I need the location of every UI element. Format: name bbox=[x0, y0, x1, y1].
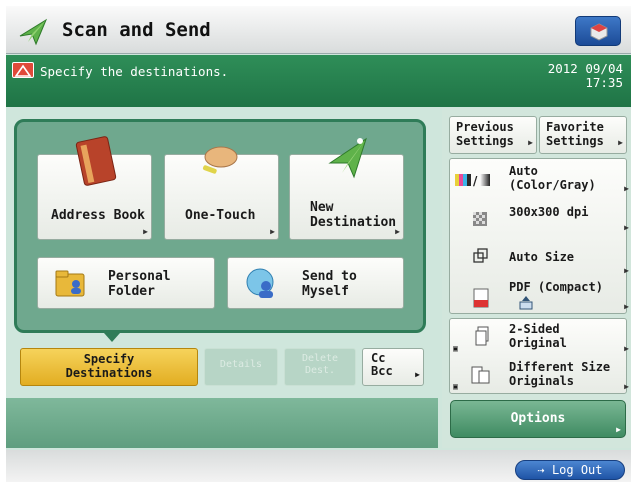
file-format-text: PDF (Compact) bbox=[509, 280, 603, 294]
arrow-icon: ▶ bbox=[624, 382, 629, 391]
title-bar: Scan and Send bbox=[6, 6, 631, 54]
color-line1: Auto bbox=[509, 164, 538, 178]
previous-settings-button[interactable]: Previous Settings ▶ bbox=[449, 116, 537, 154]
personal-folder-line1: Personal bbox=[108, 269, 171, 284]
date-text: 2012 09/04 bbox=[547, 61, 623, 76]
time-text: 17:35 bbox=[585, 75, 623, 90]
arrow-icon: ▶ bbox=[270, 227, 275, 236]
new-destination-line1: New bbox=[310, 200, 334, 215]
personal-folder-button[interactable]: Personal Folder bbox=[37, 257, 215, 309]
new-destination-label: New Destination bbox=[310, 200, 396, 230]
two-sided-text: 2-Sided Original bbox=[509, 322, 567, 350]
pdf-icon bbox=[473, 288, 489, 311]
scan-size-text: Auto Size bbox=[509, 250, 575, 264]
arrow-icon: ▶ bbox=[415, 370, 420, 379]
scan-size-setting[interactable]: Auto Size ▶ bbox=[451, 244, 631, 276]
new-destination-line2: Destination bbox=[310, 215, 397, 230]
previous-line2: Settings bbox=[456, 134, 514, 148]
sided-line1: 2-Sided bbox=[509, 322, 560, 336]
two-sided-original-setting[interactable]: ▣ 2-Sided Original ▶ bbox=[451, 320, 631, 354]
personal-folder-label: Personal Folder bbox=[108, 269, 171, 299]
address-book-button[interactable]: Address Book ▶ bbox=[37, 136, 152, 240]
previous-line1: Previous bbox=[456, 120, 514, 134]
compact-icon bbox=[519, 296, 533, 313]
resolution-setting[interactable]: 300x300 dpi ▶ bbox=[451, 201, 631, 233]
device-status-icon bbox=[590, 23, 608, 41]
device-status-button[interactable] bbox=[575, 16, 621, 46]
resolution-text: 300x300 dpi bbox=[509, 205, 589, 219]
scan-and-send-screen: Scan and Send Specify the destinations. … bbox=[6, 6, 631, 482]
send-to-myself-line1: Send to bbox=[302, 269, 357, 284]
address-book-label: Address Book bbox=[51, 208, 145, 223]
one-touch-label: One-Touch bbox=[185, 208, 256, 223]
svg-text:/: / bbox=[473, 174, 478, 187]
send-to-myself-label: Send to Myself bbox=[302, 269, 357, 299]
arrow-icon: ▶ bbox=[395, 227, 400, 236]
color-mode-icon: / bbox=[455, 173, 491, 190]
arrow-icon: ▶ bbox=[624, 184, 629, 193]
send-to-myself-button[interactable]: Send to Myself bbox=[227, 257, 404, 309]
different-size-originals-setting[interactable]: ▣ Different Size Originals ▶ bbox=[451, 358, 631, 392]
footer-bar: ⇢ Log Out bbox=[6, 450, 631, 482]
arrow-icon: ▶ bbox=[616, 425, 621, 434]
arrow-icon: ▶ bbox=[618, 138, 623, 147]
arrow-icon: ▶ bbox=[624, 302, 629, 311]
scan-size-icon bbox=[473, 248, 489, 267]
different-size-text: Different Size Originals bbox=[509, 360, 610, 388]
send-to-myself-line2: Myself bbox=[302, 284, 349, 299]
app-title: Scan and Send bbox=[62, 19, 211, 41]
address-book-icon bbox=[75, 136, 117, 186]
log-out-label: Log Out bbox=[551, 463, 603, 477]
status-message: Specify the destinations. bbox=[40, 64, 229, 79]
shortcut-icon: ▣ bbox=[453, 344, 458, 353]
date-time: 2012 09/04 17:35 bbox=[548, 62, 623, 90]
message-bar: Specify the destinations. 2012 09/04 17:… bbox=[6, 55, 631, 107]
specify-line1: Specify bbox=[83, 352, 135, 366]
arrow-icon: ▶ bbox=[143, 227, 148, 236]
color-mode-text: Auto (Color/Gray) bbox=[509, 164, 596, 192]
one-touch-icon bbox=[202, 146, 238, 174]
diffsize-line1: Different Size bbox=[509, 360, 611, 374]
different-size-icon bbox=[471, 366, 491, 387]
favorite-line1: Favorite bbox=[546, 120, 604, 134]
arrow-icon: ▶ bbox=[624, 266, 629, 275]
destination-panel: Address Book ▶ One-Touch ▶ New Destinati… bbox=[14, 119, 426, 333]
one-touch-button[interactable]: One-Touch ▶ bbox=[164, 146, 279, 240]
new-destination-button[interactable]: New Destination ▶ bbox=[289, 137, 404, 240]
personal-folder-line2: Folder bbox=[108, 284, 155, 299]
shortcut-icon: ▣ bbox=[453, 382, 458, 391]
diffsize-line2: Originals bbox=[509, 374, 575, 388]
log-out-button[interactable]: ⇢ Log Out bbox=[515, 460, 625, 480]
arrow-icon: ▶ bbox=[528, 138, 533, 147]
cc-bcc-button[interactable]: Cc Bcc ▶ bbox=[362, 348, 424, 386]
resolution-icon bbox=[473, 212, 487, 229]
sided-line2: Original bbox=[509, 336, 567, 350]
delete-line1: Delete bbox=[301, 353, 339, 364]
arrow-icon: ▶ bbox=[624, 223, 629, 232]
send-to-myself-icon bbox=[246, 268, 274, 298]
details-tab[interactable]: Details bbox=[204, 348, 278, 386]
panel-pointer bbox=[104, 333, 120, 342]
color-line2: (Color/Gray) bbox=[509, 178, 596, 192]
delete-dest-tab[interactable]: Delete Dest. bbox=[284, 348, 356, 386]
new-destination-icon bbox=[328, 137, 367, 179]
favorite-line2: Settings bbox=[546, 134, 604, 148]
color-mode-setting[interactable]: / Auto (Color/Gray) ▶ bbox=[451, 164, 631, 196]
file-format-setting[interactable]: PDF (Compact) ▶ bbox=[451, 278, 631, 312]
specify-destinations-tab[interactable]: Specify Destinations bbox=[20, 348, 198, 386]
favorite-settings-button[interactable]: Favorite Settings ▶ bbox=[539, 116, 627, 154]
lower-band bbox=[6, 398, 438, 448]
options-label: Options bbox=[510, 411, 566, 426]
arrow-icon: ▶ bbox=[624, 344, 629, 353]
folder-icon bbox=[55, 270, 85, 297]
delete-line2: Dest. bbox=[304, 365, 336, 376]
warning-icon bbox=[12, 62, 34, 78]
specify-line2: Destinations bbox=[65, 366, 153, 380]
two-sided-icon bbox=[475, 326, 489, 349]
options-button[interactable]: Options ▶ bbox=[450, 400, 626, 438]
paper-plane-icon bbox=[19, 18, 48, 46]
log-out-icon: ⇢ bbox=[537, 463, 545, 477]
